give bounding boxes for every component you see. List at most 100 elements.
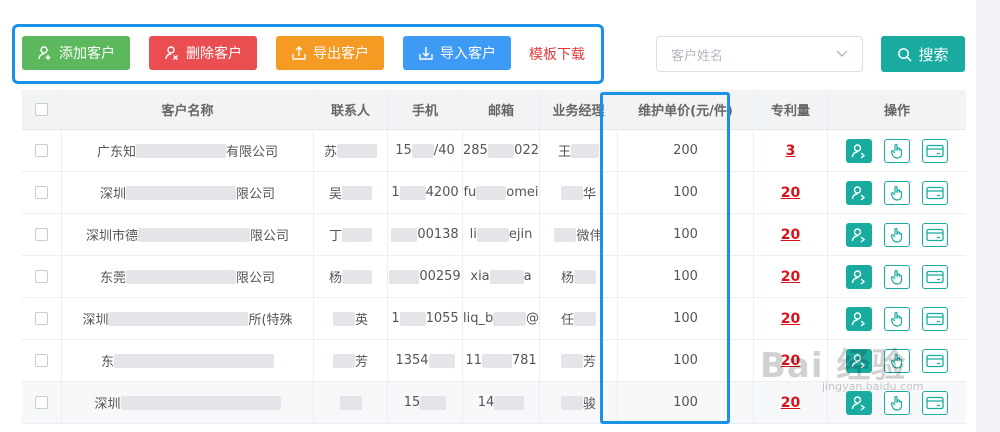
card-button[interactable] <box>922 348 948 373</box>
chevron-down-icon <box>836 50 848 57</box>
email-end: @ <box>526 311 539 326</box>
card-button[interactable] <box>922 138 948 163</box>
maintenance-price-cell: 100 <box>618 214 754 255</box>
page-gutter <box>976 0 1000 432</box>
table-row[interactable]: 深圳 限公司 吴 1 4200 fu omei 华 100 20 <box>22 172 966 214</box>
export-customer-button[interactable]: 导出客户 <box>276 36 384 70</box>
manager-start: 任 <box>560 313 574 328</box>
table-row[interactable]: 深圳 所(特殊 英 1 1055 liq_b @ 任 100 20 <box>22 298 966 340</box>
redacted-blur <box>560 185 583 200</box>
redacted-blur <box>571 143 599 158</box>
search-button[interactable]: 搜索 <box>881 36 965 72</box>
email-cell: 285 022 <box>463 130 540 171</box>
redacted-blur <box>126 269 236 284</box>
template-download-link[interactable]: 模板下载 <box>529 44 585 64</box>
customer-name-placeholder: 客户姓名 <box>671 48 724 64</box>
card-button[interactable] <box>922 222 948 247</box>
customer-name-select[interactable]: 客户姓名 <box>656 36 863 72</box>
redacted-blur <box>494 395 525 410</box>
redacted-blur <box>493 311 526 326</box>
redacted-blur <box>489 269 524 284</box>
delete-customer-label: 删除客户 <box>186 46 242 62</box>
phone-end: 4200 <box>425 185 459 200</box>
patent-count-link[interactable]: 20 <box>781 395 800 411</box>
search-button-label: 搜索 <box>918 45 949 64</box>
redacted-blur <box>114 353 274 368</box>
operate-button[interactable] <box>884 180 910 205</box>
card-button[interactable] <box>922 390 948 415</box>
redacted-blur <box>337 143 377 158</box>
assign-user-button[interactable] <box>846 180 872 205</box>
header-manager[interactable]: 业务经理 <box>540 90 618 129</box>
card-button[interactable] <box>922 180 948 205</box>
redacted-blur <box>481 353 512 368</box>
redacted-blur <box>342 185 372 200</box>
email-end: a <box>523 269 532 284</box>
patent-count-link[interactable]: 20 <box>781 227 800 243</box>
row-checkbox[interactable] <box>35 312 48 325</box>
patent-count-link[interactable]: 20 <box>781 185 800 201</box>
card-button[interactable] <box>922 264 948 289</box>
table-row[interactable]: 广东知 有限公司苏 15/40 285 022 王 200 3 <box>22 130 966 172</box>
header-customer-name[interactable]: 客户名称 <box>62 90 314 129</box>
header-maintenance-price[interactable]: 维护单价(元/件) <box>618 90 754 129</box>
assign-user-button[interactable] <box>846 138 872 163</box>
import-customer-label: 导入客户 <box>440 46 496 62</box>
row-checkbox[interactable] <box>35 354 48 367</box>
export-icon <box>292 46 306 60</box>
header-email[interactable]: 邮箱 <box>463 90 540 129</box>
patent-count-link[interactable]: 20 <box>781 311 800 327</box>
phone-end: 00138 <box>417 227 459 242</box>
actions-cell <box>828 214 966 255</box>
header-contact[interactable]: 联系人 <box>314 90 388 129</box>
phone-cell: 1354 <box>388 340 463 381</box>
customer-name-end: 所(特殊 <box>248 313 293 328</box>
assign-user-button[interactable] <box>846 264 872 289</box>
import-customer-button[interactable]: 导入客户 <box>403 36 511 70</box>
row-checkbox[interactable] <box>35 186 48 199</box>
select-all-checkbox[interactable] <box>35 103 48 116</box>
email-end: ejin <box>508 227 533 242</box>
row-checkbox[interactable] <box>35 144 48 157</box>
maintenance-price-cell: 100 <box>618 172 754 213</box>
customer-name-cell: 深圳 限公司 <box>62 172 314 213</box>
row-checkbox[interactable] <box>35 270 48 283</box>
header-patent-count[interactable]: 专利量 <box>754 90 828 129</box>
hand-pointer-icon <box>890 395 903 411</box>
card-button[interactable] <box>922 306 948 331</box>
phone-start: 15 <box>403 395 421 410</box>
header-phone[interactable]: 手机 <box>388 90 463 129</box>
phone-start: 1354 <box>395 353 429 368</box>
contact-end: 英 <box>354 313 368 328</box>
row-checkbox-cell <box>22 298 62 339</box>
add-customer-button[interactable]: 添加客户 <box>22 36 130 70</box>
table-row[interactable]: 深圳市德 限公司 丁 00138 li ejin 微伟 100 20 <box>22 214 966 256</box>
assign-user-button[interactable] <box>846 222 872 247</box>
operate-button[interactable] <box>884 138 910 163</box>
redacted-blur <box>126 185 236 200</box>
contact-cell: 杨 <box>314 256 388 297</box>
operate-button[interactable] <box>884 390 910 415</box>
redacted-blur <box>574 269 596 284</box>
customer-name-start: 深圳 <box>94 397 121 412</box>
assign-user-button[interactable] <box>846 390 872 415</box>
manager-start: 杨 <box>560 271 574 286</box>
operate-button[interactable] <box>884 222 910 247</box>
redacted-blur <box>108 311 249 326</box>
assign-user-button[interactable] <box>846 306 872 331</box>
row-checkbox[interactable] <box>35 228 48 241</box>
row-checkbox[interactable] <box>35 396 48 409</box>
contact-start: 吴 <box>328 187 342 202</box>
patent-count-cell: 20 <box>754 172 828 213</box>
email-cell: 14 <box>463 382 540 423</box>
operate-button[interactable] <box>884 264 910 289</box>
patent-count-link[interactable]: 3 <box>786 143 796 159</box>
table-row[interactable]: 东莞 限公司 杨 00259 xia a 杨 100 20 <box>22 256 966 298</box>
redacted-blur <box>389 269 420 284</box>
header-actions: 操作 <box>883 104 910 119</box>
search-icon <box>898 47 913 62</box>
patent-count-link[interactable]: 20 <box>781 269 800 285</box>
redacted-blur <box>428 353 455 368</box>
operate-button[interactable] <box>884 306 910 331</box>
delete-customer-button[interactable]: 删除客户 <box>149 36 257 70</box>
